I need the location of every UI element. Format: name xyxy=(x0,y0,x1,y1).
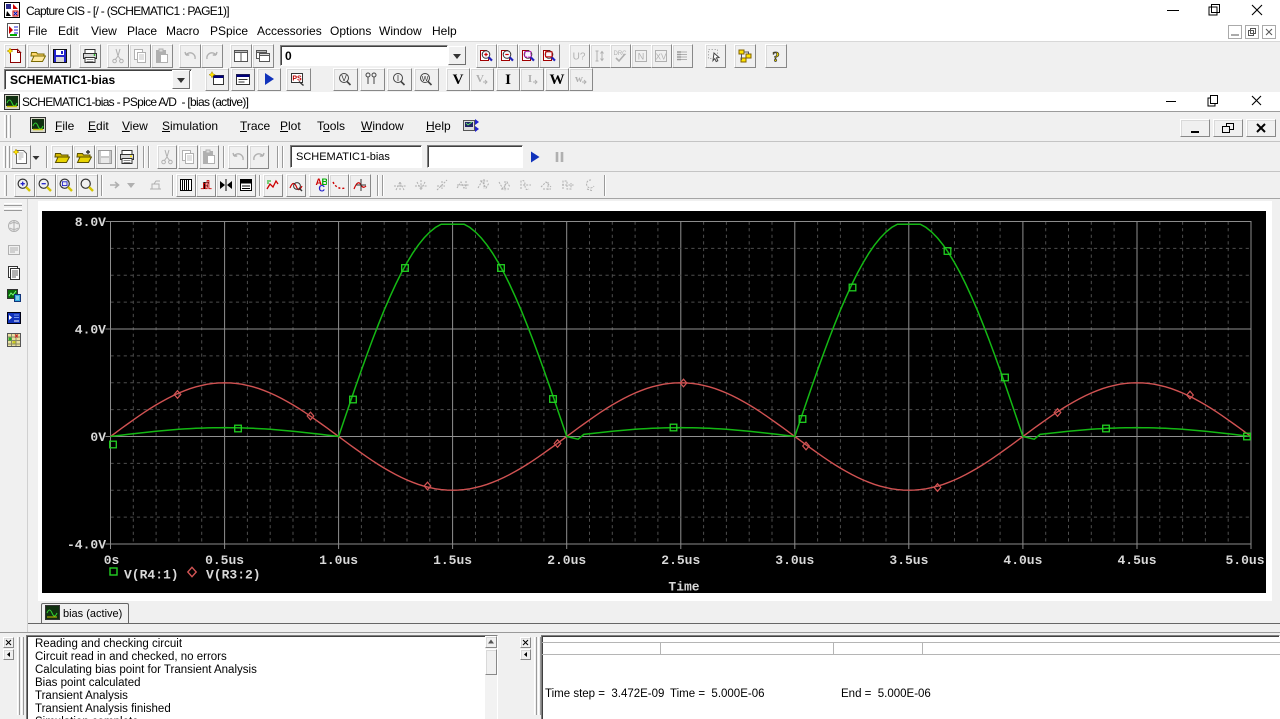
svg-text:4.5us: 4.5us xyxy=(1117,553,1156,568)
svg-text:4.0V: 4.0V xyxy=(75,322,106,337)
svg-text:1.5us: 1.5us xyxy=(433,553,472,568)
svg-text:W: W xyxy=(422,76,429,83)
svg-text:XV: XV xyxy=(656,53,667,62)
svg-text:DRC: DRC xyxy=(614,51,628,57)
svg-text:0V: 0V xyxy=(90,430,106,445)
svg-text:0s: 0s xyxy=(104,553,120,568)
svg-text:2.5us: 2.5us xyxy=(661,553,700,568)
svg-text:I: I xyxy=(528,73,532,85)
svg-text:4.0us: 4.0us xyxy=(1003,553,1042,568)
svg-text:3.5us: 3.5us xyxy=(889,553,928,568)
svg-text:?: ? xyxy=(772,50,780,65)
svg-text:I: I xyxy=(505,72,511,87)
svg-text:5.0us: 5.0us xyxy=(1225,553,1264,568)
svg-text:W: W xyxy=(550,72,565,87)
svg-text:C: C xyxy=(319,184,326,194)
svg-text:0.5us: 0.5us xyxy=(205,553,244,568)
svg-text:V: V xyxy=(453,72,464,87)
svg-text:w: w xyxy=(575,73,583,85)
svg-text:V: V xyxy=(341,74,347,83)
svg-text:3.0us: 3.0us xyxy=(775,553,814,568)
svg-text:U?: U? xyxy=(573,52,586,63)
svg-text:8.0V: 8.0V xyxy=(75,215,106,230)
svg-text:PS: PS xyxy=(292,76,302,83)
svg-text:V(R3:2): V(R3:2) xyxy=(206,568,261,583)
svg-text:1.0us: 1.0us xyxy=(319,553,358,568)
svg-text:-4.0V: -4.0V xyxy=(67,537,106,552)
svg-text:2.0us: 2.0us xyxy=(547,553,586,568)
svg-text:Time: Time xyxy=(668,580,699,594)
svg-text:I: I xyxy=(397,74,399,83)
svg-text:N: N xyxy=(638,52,645,62)
svg-text:V(R4:1): V(R4:1) xyxy=(124,568,179,583)
svg-text:V: V xyxy=(476,73,484,85)
